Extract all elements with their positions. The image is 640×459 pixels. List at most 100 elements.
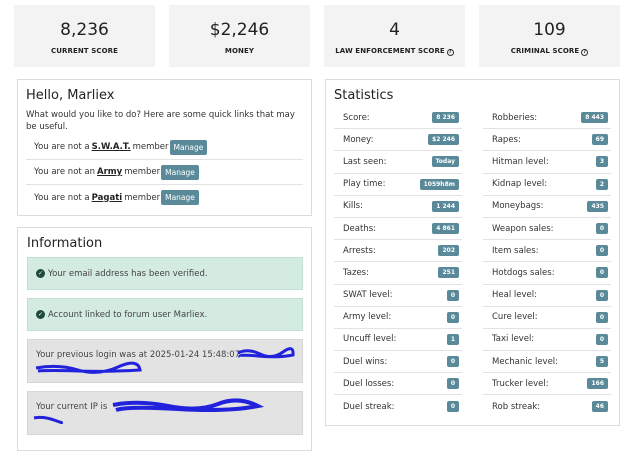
stat-row: Tazes: 251: [334, 262, 462, 285]
summary-value: 8,236: [60, 20, 109, 40]
stat-label: Deaths:: [343, 223, 376, 234]
stat-value-badge: 1: [446, 333, 459, 345]
help-icon[interactable]: ?: [581, 49, 589, 56]
stat-value-badge: 1 244: [432, 200, 459, 212]
stat-label: Hitman level:: [492, 156, 549, 167]
stat-row: Taxi level: 0: [483, 329, 611, 352]
stat-label: Rapes:: [492, 134, 521, 145]
stat-row: Robberies: 8 443: [483, 107, 611, 130]
summary-value: $2,246: [209, 20, 270, 40]
current-ip-alert: Your current IP is: [27, 391, 303, 435]
check-circle-icon: ✓: [36, 269, 45, 278]
statistics-title: Statistics: [334, 88, 394, 103]
stat-row: Trucker level: 166: [483, 373, 611, 396]
stat-row: Heal level: 0: [483, 285, 611, 307]
stat-row: Kidnap level: 2: [483, 174, 611, 196]
stat-value-badge: 0: [595, 223, 608, 235]
stat-row: Duel losses: 0: [334, 373, 462, 396]
summary-card-current-score: 8,236 CURRENT SCORE: [14, 5, 155, 67]
information-title: Information: [27, 236, 103, 251]
manage-pagati-button[interactable]: Manage: [161, 190, 199, 205]
stat-value-badge: 0: [595, 267, 608, 279]
stat-row: Duel wins: 0: [334, 351, 462, 374]
stat-label: Kidnap level:: [492, 179, 548, 190]
hello-title: Hello, Marliex: [26, 88, 115, 103]
help-icon[interactable]: ?: [446, 49, 454, 56]
stat-value-badge: 202: [438, 245, 459, 257]
stat-value-badge: 46: [591, 401, 608, 413]
stat-value-badge: 0: [446, 401, 459, 413]
stat-label: Duel losses:: [343, 378, 395, 389]
summary-label: CRIMINAL SCORE?: [510, 47, 589, 56]
stat-row: Item sales: 0: [483, 240, 611, 263]
redaction-scribble: [33, 398, 265, 425]
stat-label: Kills:: [343, 201, 363, 212]
stat-value-badge: Today: [431, 156, 459, 168]
summary-value: 4: [389, 20, 400, 40]
stat-label: Moneybags:: [492, 201, 544, 212]
stat-label: Uncuff level:: [343, 334, 397, 345]
stat-label: Money:: [343, 134, 374, 145]
information-panel: Information ✓ Your email address has bee…: [17, 227, 312, 451]
stat-value-badge: 0: [446, 356, 459, 368]
last-login-alert: Your previous login was at 2025-01-24 15…: [27, 339, 303, 383]
stat-label: Duel streak:: [343, 401, 395, 412]
stat-value-badge: 3: [595, 156, 608, 168]
summary-label: CURRENT SCORE: [50, 47, 119, 55]
summary-label: MONEY: [224, 47, 255, 55]
stat-row: Moneybags: 435: [483, 196, 611, 218]
stat-value-badge: 8 236: [432, 112, 459, 124]
stat-row: Rob streak: 46: [483, 395, 611, 417]
stat-value-badge: 166: [587, 378, 608, 390]
stat-label: Tazes:: [343, 267, 369, 278]
stat-value-badge: 69: [591, 134, 608, 146]
stat-row: Duel streak: 0: [334, 395, 462, 417]
stat-row: Rapes: 69: [483, 129, 611, 152]
manage-swat-button[interactable]: Manage: [169, 139, 208, 155]
stat-label: Play time:: [343, 179, 386, 190]
stat-label: Army level:: [343, 312, 392, 323]
stat-label: Mechanic level:: [492, 356, 559, 367]
summary-card-money: $2,246 MONEY: [169, 5, 310, 67]
stat-row: Kills: 1 244: [334, 196, 462, 218]
group-name[interactable]: Army: [97, 167, 122, 177]
membership-row-swat: You are not a S.W.A.T. member Manage: [26, 135, 303, 160]
hello-panel: Hello, Marliex What would you like to do…: [17, 79, 312, 216]
summary-label: LAW ENFORCEMENT SCORE?: [335, 47, 454, 56]
manage-army-button[interactable]: Manage: [161, 164, 199, 180]
stat-row: Last seen: Today: [334, 151, 462, 174]
stat-label: Arrests:: [343, 245, 376, 256]
group-name[interactable]: S.W.A.T.: [92, 142, 131, 152]
stat-value-badge: $2 246: [428, 134, 459, 146]
stat-row: Mechanic level: 5: [483, 351, 611, 374]
membership-row-army: You are not an Army member Manage: [26, 160, 303, 185]
stat-row: Cure level: 0: [483, 307, 611, 329]
stat-row: Deaths: 4 861: [334, 218, 462, 241]
stat-value-badge: 0: [595, 311, 608, 323]
summary-value: 109: [533, 20, 566, 40]
stat-label: Last seen:: [343, 156, 387, 167]
stat-value-badge: 0: [595, 333, 608, 345]
check-circle-icon: ✓: [36, 310, 45, 319]
stat-label: Cure level:: [492, 312, 538, 323]
stat-row: Uncuff level: 1: [334, 329, 462, 352]
statistics-panel: Statistics Score: 8 236 Money: $2 246 Last s…: [325, 79, 620, 426]
group-name[interactable]: Pagati: [92, 193, 123, 203]
statistics-left-column: Score: 8 236 Money: $2 246 Last seen: Today Pl…: [334, 107, 462, 418]
stat-value-badge: 0: [446, 289, 459, 301]
stat-row: Play time: 1059h8m: [334, 174, 462, 196]
stat-label: Robberies:: [492, 112, 538, 123]
stat-label: SWAT level:: [343, 290, 393, 301]
hello-intro: What would you like to do? Here are some…: [26, 110, 295, 132]
email-verified-alert: ✓ Your email address has been verified.: [27, 257, 303, 290]
stat-value-badge: 0: [595, 245, 608, 257]
stat-row: Arrests: 202: [334, 240, 462, 263]
stat-row: Army level: 0: [334, 307, 462, 329]
stat-label: Trucker level:: [492, 378, 549, 389]
stat-label: Score:: [343, 112, 370, 123]
stat-value-badge: 0: [595, 289, 608, 301]
stat-value-badge: 8 443: [581, 112, 608, 124]
stat-label: Hotdogs sales:: [492, 267, 555, 278]
summary-card-criminal-score: 109 CRIMINAL SCORE?: [479, 5, 620, 67]
forum-link-alert: ✓ Account linked to forum user Marliex.: [27, 298, 303, 331]
